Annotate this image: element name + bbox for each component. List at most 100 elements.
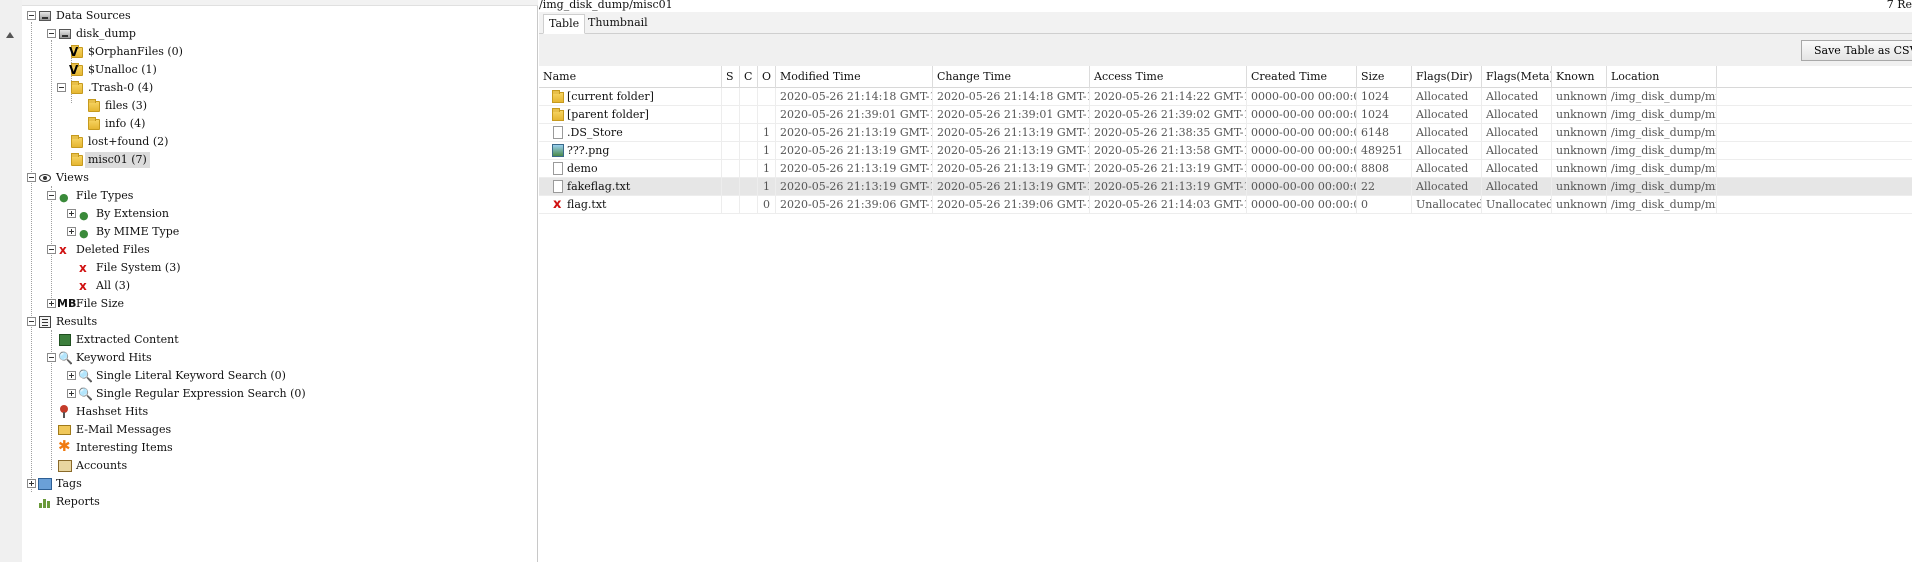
table-row[interactable]: flag.txt02020-05-26 21:39:06 GMT-12:0020… [539,196,1912,214]
tree-node-results[interactable]: Results [22,314,222,330]
tree-node-deleted-files[interactable]: x Deleted Files [22,242,222,258]
tree-label: Views [56,171,89,184]
tree-node-by-mime[interactable]: ● By MIME Type [22,224,242,240]
table-row[interactable]: ???.png12020-05-26 21:13:19 GMT-12:00202… [539,142,1912,160]
tree-node-trash[interactable]: .Trash-0 (4) [22,80,272,96]
tree-node-lost-found[interactable]: lost+found (2) [22,134,272,150]
file-types-icon: ● [79,227,89,240]
tree-label: $OrphanFiles (0) [88,45,183,58]
tree-node-email-messages[interactable]: E-Mail Messages [22,422,242,438]
cell-flags-dir: Allocated [1412,142,1482,160]
tree-label: Tags [56,477,82,490]
tree-node-views[interactable]: Views [22,170,222,186]
collapse-icon[interactable] [27,173,36,182]
collapse-icon[interactable] [27,317,36,326]
data-sources-icon [37,8,53,24]
cell-size: 1024 [1357,106,1412,124]
column-header-modified-time[interactable]: Modified Time [776,66,933,88]
table-row[interactable]: [current folder] 2020-05-26 21:14:18 GMT-… [539,88,1912,106]
table-row[interactable]: demo12020-05-26 21:13:19 GMT-12:002020-0… [539,160,1912,178]
cell-name: demo [539,160,722,178]
column-header-s[interactable]: S [722,66,740,88]
cell-change-time: 2020-05-26 21:13:19 GMT-12:00 [933,178,1090,196]
save-table-csv-button[interactable]: Save Table as CSV [1801,40,1912,61]
tab-thumbnail[interactable]: Thumbnail [583,14,653,34]
tab-table[interactable]: Table [543,14,586,34]
tree-node-file-size[interactable]: MB File Size [22,296,222,312]
column-header-name[interactable]: Name [539,66,722,88]
tree-node-file-types[interactable]: ● File Types [22,188,222,204]
cell-access-time: 2020-05-26 21:13:19 GMT-12:00 [1090,160,1247,178]
accounts-icon [57,458,73,474]
cell-location: /img_disk_dump/misc [1607,88,1717,106]
column-header-o[interactable]: O [758,66,776,88]
cell-change-time: 2020-05-26 21:39:06 GMT-12:00 [933,196,1090,214]
tree-node-accounts[interactable]: Accounts [22,458,242,474]
results-count: 7 Re [1886,0,1912,11]
cell-size: 489251 [1357,142,1412,160]
tree-top-border [22,0,538,6]
tree-node-interesting-items[interactable]: ✱ Interesting Items [22,438,242,456]
tree-node-extracted-content[interactable]: Extracted Content [22,332,242,348]
expand-icon[interactable] [67,209,76,218]
tree-label: File Size [76,297,125,310]
tree-node-misc01[interactable]: misc01 (7) [22,152,272,168]
column-header-c[interactable]: C [740,66,758,88]
tree-node-file-system[interactable]: x File System (3) [22,260,222,276]
cell-s [722,160,740,178]
expand-icon[interactable] [67,389,76,398]
deleted-file-icon: x [553,197,562,212]
tree-label: File Types [76,189,134,202]
column-header-known[interactable]: Known [1552,66,1607,88]
cell-created-time: 0000-00-00 00:00:00 [1247,196,1357,214]
tree-label: Reports [56,495,100,508]
cell-c [740,178,758,196]
tree-node-orphan-files[interactable]: V $OrphanFiles (0) [22,44,272,60]
current-path: /img_disk_dump/misc01 [539,0,673,11]
expand-icon[interactable] [47,299,56,308]
tree-node-disk-dump[interactable]: disk_dump [22,26,222,42]
tree-node-by-extension[interactable]: ● By Extension [22,206,242,222]
tree-node-single-literal[interactable]: 🔍 Single Literal Keyword Search (0) [22,368,342,384]
tree-node-single-regex[interactable]: 🔍 Single Regular Expression Search (0) [22,386,342,402]
collapse-icon[interactable] [57,83,66,92]
collapse-icon[interactable] [47,245,56,254]
image-icon [551,143,565,159]
cell-c [740,196,758,214]
tree-node-reports[interactable]: Reports [22,494,222,510]
expand-icon[interactable] [67,371,76,380]
table-row[interactable]: fakeflag.txt12020-05-26 21:13:19 GMT-12:… [539,178,1912,196]
collapse-icon[interactable] [47,29,56,38]
collapse-icon[interactable] [27,11,36,20]
column-header-flags-meta[interactable]: Flags(Meta) [1482,66,1552,88]
column-header-created-time[interactable]: Created Time [1247,66,1357,88]
collapse-icon[interactable] [47,353,56,362]
expand-icon[interactable] [67,227,76,236]
tree-node-hashset-hits[interactable]: Hashset Hits [22,404,242,420]
cell-flags-meta: Allocated [1482,178,1552,196]
tree-node-data-sources[interactable]: Data Sources [22,8,222,24]
tree-node-unalloc[interactable]: V $Unalloc (1) [22,62,272,78]
tree-node-tags[interactable]: Tags [22,476,222,492]
folder-icon [551,89,565,105]
cell-flags-meta: Allocated [1482,88,1552,106]
expand-icon[interactable] [27,479,36,488]
tree-label: File System (3) [96,261,181,274]
column-header-location[interactable]: Location [1607,66,1717,88]
column-header-flags-dir[interactable]: Flags(Dir) [1412,66,1482,88]
left-scrollbar[interactable] [0,0,22,562]
cell-flags-meta: Allocated [1482,106,1552,124]
column-header-change-time[interactable]: Change Time [933,66,1090,88]
column-header-size[interactable]: Size [1357,66,1412,88]
tree-node-keyword-hits[interactable]: 🔍 Keyword Hits [22,350,242,366]
tree-node-files[interactable]: files (3) [22,98,272,114]
tree-node-info[interactable]: info (4) [22,116,272,132]
scroll-up-arrow-icon[interactable] [6,32,14,38]
cell-flags-dir: Allocated [1412,106,1482,124]
table-row[interactable]: .DS_Store12020-05-26 21:13:19 GMT-12:002… [539,124,1912,142]
collapse-icon[interactable] [47,191,56,200]
column-header-access-time[interactable]: Access Time [1090,66,1247,88]
table-row[interactable]: [parent folder] 2020-05-26 21:39:01 GMT-1… [539,106,1912,124]
tree-node-all[interactable]: x All (3) [22,278,222,294]
cell-known: unknown [1552,196,1607,214]
